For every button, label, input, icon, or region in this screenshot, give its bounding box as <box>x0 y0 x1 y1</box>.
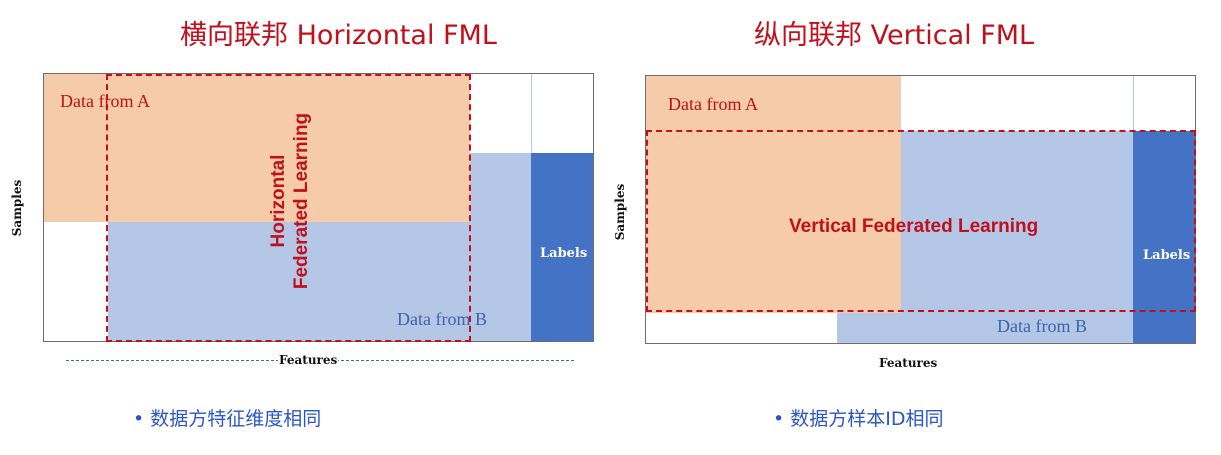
party-b-block-lower <box>837 313 901 343</box>
features-axis-label: Features <box>879 356 938 370</box>
data-from-b-label: Data from B <box>997 316 1087 336</box>
horizontal-bullet: • 数据方特征维度相同 <box>133 408 322 430</box>
features-axis-label: Features <box>278 353 339 367</box>
samples-axis-label: Samples <box>10 179 24 237</box>
horizontal-fl-label: Horizontal Federated Learning <box>267 113 313 289</box>
divider-line <box>531 74 532 153</box>
horizontal-fl-line1: Horizontal <box>268 154 289 248</box>
divider-line <box>1133 76 1134 131</box>
data-from-a-label: Data from A <box>668 94 758 114</box>
horizontal-fl-line2: Federated Learning <box>291 112 312 290</box>
horizontal-fml-title: 横向联邦 Horizontal FML <box>180 20 497 51</box>
vertical-bullet: • 数据方样本ID相同 <box>773 408 944 430</box>
party-b-block-upper <box>470 153 531 222</box>
labels-text: Labels <box>540 246 588 261</box>
vertical-fml-title: 纵向联邦 Vertical FML <box>754 20 1035 51</box>
samples-axis-label: Samples <box>613 183 627 241</box>
vertical-fl-label: Vertical Federated Learning <box>789 216 1039 237</box>
